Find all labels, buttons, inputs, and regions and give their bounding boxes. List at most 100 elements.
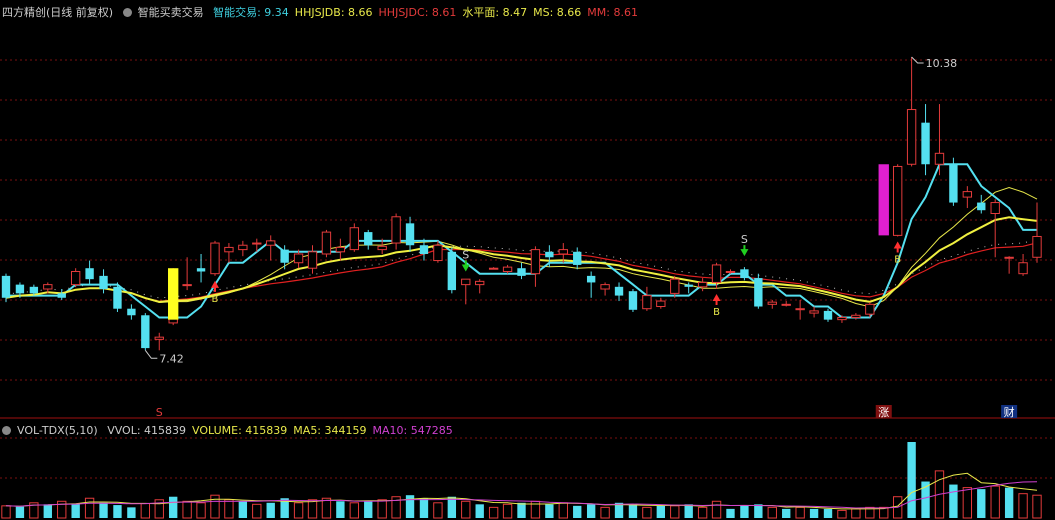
candle-body <box>57 293 66 298</box>
volume-bar <box>419 498 429 518</box>
volume-bar <box>99 502 108 518</box>
candle-body <box>921 122 930 165</box>
candle-body <box>990 202 1000 215</box>
volume-bar <box>1018 493 1028 519</box>
sell-arrow-icon <box>740 249 749 257</box>
volume-bar <box>169 496 178 518</box>
candle-body <box>1 275 11 298</box>
candle-body <box>70 270 81 286</box>
volume-header: VOL-TDX(5,10) VVOL: 415839 VOLUME: 415839… <box>2 424 465 437</box>
sell-signal-label: S <box>741 233 748 246</box>
volume-bar <box>71 503 80 518</box>
candle-body <box>364 232 373 246</box>
volume-bar <box>823 508 833 518</box>
volume-bar <box>336 501 345 518</box>
volume-bar <box>795 506 805 519</box>
vol-indicator-name[interactable]: VOL-TDX(5,10) <box>17 424 98 437</box>
candle-body <box>823 310 833 320</box>
candle-body <box>391 216 401 244</box>
volume-bar <box>517 502 526 518</box>
volume-bar <box>238 501 248 518</box>
candle-body <box>934 152 945 165</box>
vol-indicator-item-1: VOLUME: 415839 <box>192 424 288 437</box>
candle-body <box>517 268 526 276</box>
candle-body <box>725 270 736 273</box>
volume-bar <box>990 485 1000 519</box>
volume-bar <box>1 505 11 519</box>
volume-bar <box>113 505 122 518</box>
volume-bar <box>558 502 568 519</box>
volume-bar <box>349 502 359 519</box>
volume-bar <box>140 503 151 519</box>
low-price-label: 7.42 <box>159 352 184 365</box>
volume-bar <box>782 508 791 518</box>
candle-body <box>767 301 777 305</box>
volume-bar <box>642 506 652 519</box>
main-indicator-item-1: HHJSJDB: 8.66 <box>294 6 373 19</box>
candle-body <box>892 165 903 236</box>
volume-bar <box>433 502 443 519</box>
volume-bar <box>697 506 708 519</box>
low-pointer <box>144 349 158 359</box>
volume-bar <box>1004 487 1014 518</box>
volume-bar <box>127 507 136 518</box>
event-marker-cai: 财 <box>1004 405 1015 419</box>
candle-body <box>113 286 122 309</box>
candle-body <box>99 275 108 290</box>
candle-body <box>711 264 722 283</box>
candle-body <box>558 249 568 255</box>
buy-arrow-icon <box>712 294 721 302</box>
volume-bar <box>628 504 638 518</box>
candle-body <box>433 244 443 262</box>
main-header: 四方精创(日线 前复权) 智能买卖交易 智能交易: 9.34 HHJSJDB: 8… <box>2 4 650 20</box>
candle-body <box>906 109 917 165</box>
candle-body <box>154 336 164 340</box>
candle-body <box>754 278 763 307</box>
candle-body <box>586 275 596 283</box>
event-marker-zhang: 涨 <box>878 406 889 419</box>
volume-bar <box>252 503 262 519</box>
indicator-name[interactable]: 智能买卖交易 <box>138 6 204 19</box>
volume-bar <box>1032 494 1042 519</box>
candle-body <box>210 242 220 275</box>
stock-chart[interactable]: S S B B B 10.38 7.42 S 涨 财 <box>0 0 1055 520</box>
volume-bar <box>377 499 387 519</box>
volume-bar <box>907 442 916 518</box>
main-indicator-item-3: 水平面: 8.47 <box>462 6 528 19</box>
candle-body <box>642 295 652 310</box>
candle-body <box>252 242 262 245</box>
volume-indicator-values: VVOL: 415839 VOLUME: 415839 MA5: 344159 MA1… <box>107 424 459 437</box>
stock-title[interactable]: 四方精创(日线 前复权) <box>2 6 113 19</box>
volume-bar <box>266 502 275 518</box>
volume-bar <box>962 487 973 519</box>
candle-body <box>949 164 958 203</box>
volume-bar <box>321 497 332 519</box>
candle-body <box>502 266 513 272</box>
volume-bar <box>977 489 986 518</box>
candle-body <box>307 251 318 269</box>
main-indicator-item-5: MM: 8.61 <box>587 6 638 19</box>
candle-body <box>740 269 749 279</box>
buy-arrow-icon <box>893 241 902 249</box>
candle-body <box>600 284 610 290</box>
volume-bar <box>210 494 220 519</box>
volume-bar <box>293 502 304 519</box>
volume-bar <box>43 504 52 518</box>
candle-body <box>684 284 693 287</box>
volume-bar <box>182 500 192 519</box>
main-indicator-item-0: 智能交易: 9.34 <box>213 6 289 19</box>
indicator-toggle-icon[interactable] <box>122 8 132 17</box>
candle-body <box>461 278 471 286</box>
volume-bar <box>475 504 484 518</box>
main-indicator-values: 智能交易: 9.34 HHJSJDB: 8.66 HHJSJDC: 8.61 水平面:… <box>213 6 644 19</box>
highlight-magenta-bar <box>878 164 889 236</box>
volume-bar <box>447 496 457 518</box>
candle-body <box>196 268 206 272</box>
candle-body <box>43 284 53 290</box>
candle-body <box>781 303 791 306</box>
vol-indicator-toggle-icon[interactable] <box>2 426 11 435</box>
candle-body <box>182 284 192 287</box>
volume-bar <box>461 500 471 519</box>
candle-body <box>1018 262 1028 275</box>
volume-bar <box>711 500 722 519</box>
